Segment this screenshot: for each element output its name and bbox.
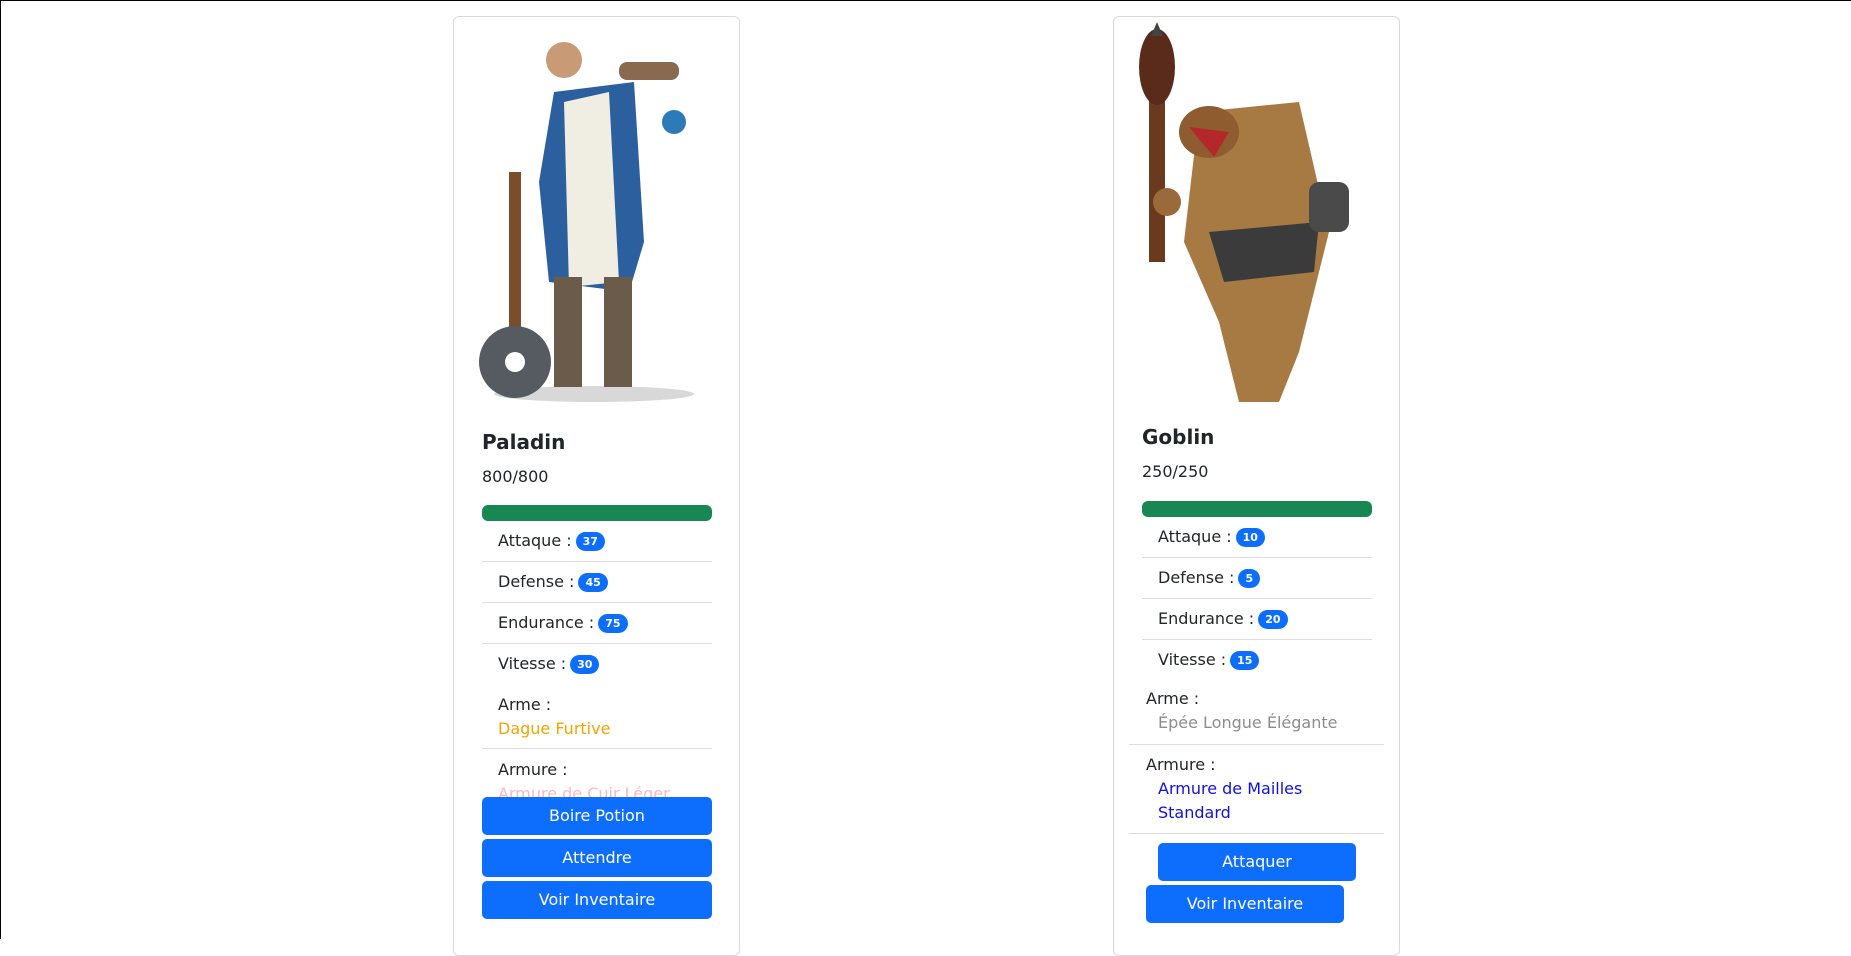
stat-label: Defense : (498, 572, 575, 591)
stat-label: Vitesse : (1158, 650, 1227, 669)
voir-inventaire-button[interactable]: Voir Inventaire (482, 881, 712, 919)
stat-endurance: Endurance :20 (1142, 599, 1372, 640)
weapon-label: Arme : (1146, 689, 1200, 708)
stat-label: Attaque : (498, 531, 572, 550)
stat-vitesse: Vitesse :15 (1142, 640, 1372, 681)
stat-label: Endurance : (498, 613, 595, 632)
weapon-value: Dague Furtive (498, 719, 611, 738)
voir-inventaire-button[interactable]: Voir Inventaire (1146, 885, 1344, 923)
goblin-portrait (1139, 22, 1349, 402)
enemy-card: Goblin 250/250 Attaque :10 Defense :5 En… (1113, 16, 1400, 956)
stat-label: Vitesse : (498, 654, 567, 673)
stat-badge: 37 (575, 532, 605, 551)
stat-label: Attaque : (1158, 527, 1232, 546)
hp-bar-fill (1142, 501, 1372, 517)
hp-bar (1142, 501, 1372, 517)
stat-endurance: Endurance :75 (482, 603, 712, 644)
stat-badge: 75 (598, 614, 628, 633)
boire-potion-button[interactable]: Boire Potion (482, 797, 712, 835)
divider (482, 748, 712, 749)
stat-defense: Defense :5 (1142, 558, 1372, 599)
attaquer-button[interactable]: Attaquer (1158, 843, 1356, 881)
divider (1129, 744, 1384, 745)
stat-badge: 45 (578, 573, 608, 592)
hp-bar (482, 505, 712, 521)
stat-badge: 30 (570, 655, 600, 674)
hp-bar-fill (482, 505, 712, 521)
stat-attaque: Attaque :37 (482, 521, 712, 562)
paladin-portrait (479, 42, 694, 402)
hp-text: 250/250 (1142, 462, 1209, 481)
weapon-section: Arme : Dague Furtive (498, 693, 610, 741)
weapon-value: Épée Longue Élégante (1158, 713, 1338, 732)
stat-vitesse: Vitesse :30 (482, 644, 712, 685)
stat-defense: Defense :45 (482, 562, 712, 603)
stat-label: Endurance : (1158, 609, 1255, 628)
stat-badge: 20 (1258, 610, 1288, 629)
stat-label: Defense : (1158, 568, 1235, 587)
stat-badge: 10 (1235, 528, 1265, 547)
armor-label: Armure : (498, 760, 568, 779)
hp-text: 800/800 (482, 467, 549, 486)
weapon-section: Arme : Épée Longue Élégante (1146, 687, 1337, 735)
character-name: Goblin (1142, 425, 1215, 449)
armor-section: Armure : Armure de Mailles Standard (1146, 753, 1366, 825)
stat-badge: 15 (1230, 651, 1260, 670)
character-name: Paladin (482, 430, 566, 454)
armor-label: Armure : (1146, 755, 1216, 774)
player-card: Paladin 800/800 Attaque :37 Defense :45 … (453, 16, 740, 956)
attendre-button[interactable]: Attendre (482, 839, 712, 877)
armor-value: Armure de Mailles Standard (1158, 779, 1303, 822)
weapon-label: Arme : (498, 695, 552, 714)
divider (1129, 833, 1384, 834)
stat-attaque: Attaque :10 (1142, 517, 1372, 558)
stat-badge: 5 (1238, 569, 1261, 588)
